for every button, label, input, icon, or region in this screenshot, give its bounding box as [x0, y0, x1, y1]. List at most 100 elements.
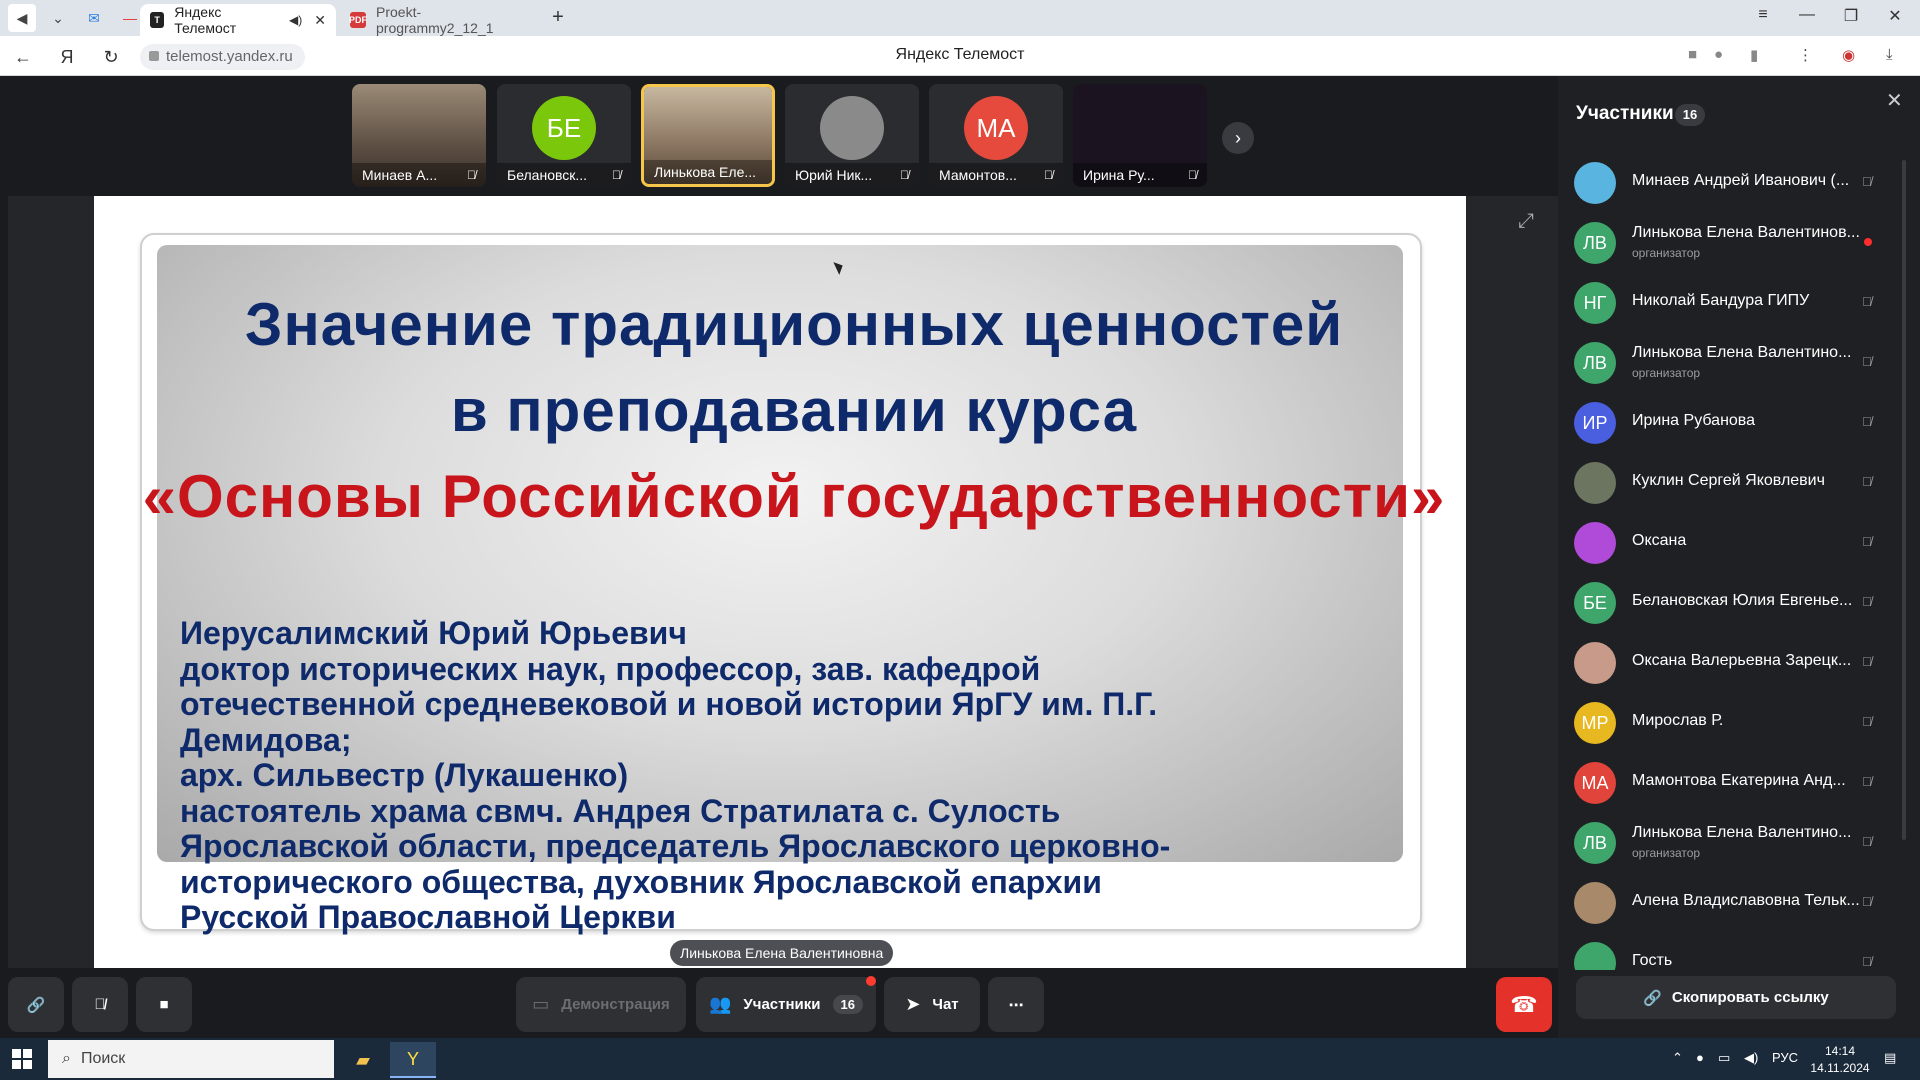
- slide-title-line-2: в преподавании курса: [450, 377, 1138, 444]
- browser-menu-icon[interactable]: ≡: [1748, 6, 1778, 24]
- participant-list-item[interactable]: ЛВ Линькова Елена Валентинов... организато…: [1558, 212, 1920, 272]
- tab-close-icon[interactable]: ✕: [314, 12, 326, 29]
- participant-list-item[interactable]: ЛВ Линькова Елена Валентино... организатор…: [1558, 812, 1920, 872]
- volume-icon[interactable]: ◀): [1744, 1050, 1758, 1066]
- speaker-icon[interactable]: ◀: [8, 4, 36, 32]
- participant-list-item[interactable]: МА Мамонтова Екатерина Анд... 🎙̸: [1558, 752, 1920, 812]
- bookmark-icon[interactable]: ▮: [1750, 46, 1758, 64]
- close-panel-icon[interactable]: ✕: [1886, 88, 1903, 113]
- tab-telemost[interactable]: T Яндекс Телемост ◀) ✕: [140, 4, 336, 36]
- mic-permission-icon[interactable]: ●: [1714, 46, 1723, 63]
- link-icon: 🔗: [26, 996, 46, 1014]
- tab-list-chevron-icon[interactable]: ⌄: [44, 4, 72, 32]
- participant-thumbnail[interactable]: Минаев А... 🎙̸: [352, 84, 486, 187]
- participants-list: Минаев Андрей Иванович (... 🎙̸ ЛВ Линькова …: [1558, 152, 1920, 970]
- mail-tab-icon[interactable]: ✉: [80, 4, 108, 32]
- participant-thumbnail[interactable]: Юрий Ник... 🎙̸: [785, 84, 919, 187]
- file-explorer-icon[interactable]: ▰: [340, 1042, 386, 1078]
- participant-list-item[interactable]: Минаев Андрей Иванович (... 🎙̸: [1558, 152, 1920, 212]
- participant-avatar: ИР: [1574, 402, 1616, 444]
- chat-button[interactable]: ➤ Чат: [884, 977, 980, 1032]
- participant-thumbnail-speaking[interactable]: Линькова Еле...: [641, 84, 775, 187]
- restore-button[interactable]: ❐: [1836, 6, 1866, 26]
- slide-body-line: доктор исторических наук, профессор, зав…: [180, 650, 1041, 687]
- participant-name: Ирина Рубанова: [1632, 412, 1756, 429]
- participant-thumbnail[interactable]: Ирина Ру... 🎙̸: [1073, 84, 1207, 187]
- participant-list-item[interactable]: ИР Ирина Рубанова 🎙̸: [1558, 392, 1920, 452]
- download-icon[interactable]: ⤓: [1886, 46, 1893, 63]
- participant-avatar: БЕ: [1574, 582, 1616, 624]
- participant-thumbnail[interactable]: МА Мамонтов... 🎙̸: [929, 84, 1063, 187]
- page-title: Яндекс Телемост: [895, 46, 1025, 63]
- participant-list-item[interactable]: Оксана Валерьевна Зарецк... 🎙̸: [1558, 632, 1920, 692]
- people-icon: 👥: [709, 994, 732, 1014]
- taskbar-clock[interactable]: 14:14 14.11.2024: [1810, 1043, 1870, 1077]
- chat-label: Чат: [932, 996, 959, 1013]
- minimize-button[interactable]: —: [1792, 6, 1822, 24]
- slide-body-line: Иерусалимский Юрий Юрьевич: [180, 615, 687, 651]
- thumbnails-next-button[interactable]: ›: [1222, 122, 1254, 154]
- slide-body-line: Русской Православной Церкви: [180, 899, 676, 935]
- network-icon[interactable]: ▭: [1718, 1050, 1730, 1066]
- participant-role: организатор: [1632, 366, 1701, 380]
- mic-toggle-button[interactable]: 🎙̸: [72, 977, 128, 1032]
- tab-label: Proekt-programmy2_12_1: [376, 4, 494, 36]
- participant-name: Николай Бандура ГИПУ: [1632, 292, 1810, 309]
- more-options-button[interactable]: ⋯: [988, 977, 1044, 1032]
- thumbnail-name: Мамонтов... 🎙̸: [929, 163, 1063, 187]
- participants-button[interactable]: 👥 Участники 16: [696, 977, 876, 1032]
- more-menu-icon[interactable]: ⋮: [1798, 46, 1813, 64]
- mic-off-icon: 🎙̸: [1862, 534, 1872, 549]
- screen-share-button[interactable]: ▭ Демонстрация: [516, 977, 686, 1032]
- tab-sound-icon[interactable]: ◀): [289, 13, 302, 27]
- language-indicator[interactable]: РУС: [1772, 1050, 1798, 1065]
- taskbar-search[interactable]: ⌕ Поиск: [48, 1040, 334, 1078]
- avatar: БЕ: [532, 96, 596, 160]
- camera-toggle-button[interactable]: ■: [136, 977, 192, 1032]
- participant-list-item[interactable]: НГ Николай Бандура ГИПУ 🎙̸: [1558, 272, 1920, 332]
- mic-off-icon: 🎙̸: [1862, 474, 1872, 489]
- copy-link-label: Скопировать ссылку: [1671, 989, 1829, 1006]
- slide-title-line-1: Значение традиционных ценностей: [244, 291, 1344, 358]
- hang-up-button[interactable]: ☎: [1496, 977, 1552, 1032]
- participant-name: Алена Владиславовна Тельк...: [1632, 892, 1860, 909]
- participant-list-item[interactable]: МР Мирослав Р. 🎙̸: [1558, 692, 1920, 752]
- participant-name: Минаев Андрей Иванович (...: [1632, 172, 1850, 189]
- participant-list-item[interactable]: БЕ Белановская Юлия Евгенье... 🎙̸: [1558, 572, 1920, 632]
- avatar-photo: [820, 96, 884, 160]
- tray-mic-icon[interactable]: ●: [1696, 1050, 1704, 1065]
- participant-avatar: МА: [1574, 762, 1616, 804]
- clock-time: 14:14: [1824, 1044, 1856, 1058]
- participant-name: Куклин Сергей Яковлевич: [1632, 472, 1825, 489]
- participant-list-item[interactable]: ЛВ Линькова Елена Валентино... организатор…: [1558, 332, 1920, 392]
- new-tab-button[interactable]: +: [546, 6, 570, 30]
- tab-pdf[interactable]: PDF Proekt-programmy2_12_1: [340, 4, 540, 36]
- participant-list-item[interactable]: Гость 🎙̸: [1558, 932, 1920, 970]
- panel-title: Участники: [1576, 103, 1674, 124]
- tray-chevron-icon[interactable]: ⌃: [1672, 1050, 1683, 1066]
- participant-thumbnail[interactable]: БЕ Белановск... 🎙̸: [497, 84, 631, 187]
- participant-list-item[interactable]: Алена Владиславовна Тельк... 🎙̸: [1558, 872, 1920, 932]
- extension-icon[interactable]: ◉: [1842, 46, 1855, 64]
- participant-name: Линькова Елена Валентино...: [1632, 344, 1852, 361]
- yandex-browser-taskbar-icon[interactable]: Y: [390, 1042, 436, 1078]
- panel-count-badge: 16: [1675, 104, 1705, 126]
- mic-off-icon: 🎙̸: [1862, 654, 1872, 669]
- participant-list-item[interactable]: Куклин Сергей Яковлевич 🎙̸: [1558, 452, 1920, 512]
- copy-link-icon-button[interactable]: 🔗: [8, 977, 64, 1032]
- screen: ◀ ⌄ ✉ — T Яндекс Телемост ◀) ✕ PDF Proek…: [0, 0, 1920, 1080]
- panel-scrollbar[interactable]: [1902, 160, 1906, 840]
- participant-name: Мамонтова Екатерина Анд...: [1632, 772, 1846, 789]
- copy-link-button[interactable]: 🔗 Скопировать ссылку: [1576, 976, 1896, 1019]
- avatar: МА: [964, 96, 1028, 160]
- participant-name: Гость: [1632, 952, 1673, 969]
- participant-list-item[interactable]: Оксана 🎙̸: [1558, 512, 1920, 572]
- windows-start-icon[interactable]: [12, 1049, 32, 1069]
- recording-dot-icon: [1864, 238, 1872, 246]
- close-window-button[interactable]: ✕: [1880, 6, 1910, 26]
- mic-off-icon: 🎙̸: [1862, 174, 1872, 189]
- fullscreen-icon[interactable]: ⤢: [1518, 210, 1534, 233]
- participant-avatar: [1574, 942, 1616, 970]
- camera-permission-icon[interactable]: ■: [1688, 46, 1697, 63]
- notifications-icon[interactable]: ▤: [1884, 1050, 1896, 1066]
